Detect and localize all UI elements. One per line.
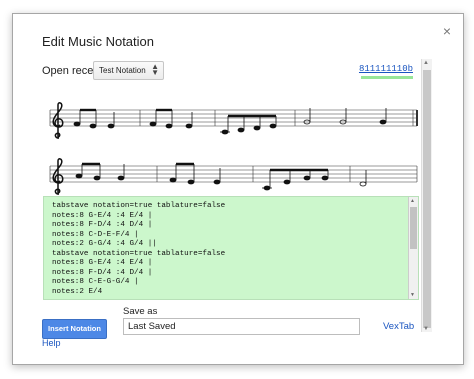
measure-1-2	[149, 108, 193, 129]
save-as-label: Save as	[123, 306, 158, 317]
dialog-title: Edit Music Notation	[42, 34, 154, 49]
code-line[interactable]: notes:8 C-D-E-F/4 |	[52, 231, 225, 241]
measure-1-4	[303, 108, 387, 125]
version-hash-indicator	[361, 76, 413, 79]
editor-scrollbar[interactable]: ▲ ▼	[408, 197, 418, 299]
editor-scrollbar-thumb[interactable]	[410, 207, 417, 249]
notation-code-editor[interactable]: tabstave notation=true tablature=false no…	[43, 196, 419, 300]
code-line[interactable]: notes:8 C-E-G-G/4 |	[52, 278, 225, 288]
code-line[interactable]: tabstave notation=true tablature=false	[52, 202, 225, 212]
vextab-link[interactable]: VexTab	[383, 321, 414, 332]
save-as-input[interactable]	[123, 318, 360, 335]
code-line[interactable]: notes:2 E/4	[52, 288, 225, 298]
edit-music-notation-dialog: Edit Music Notation × Open recent Test N…	[12, 13, 464, 365]
code-line[interactable]: notes:2 G-G/4 :4 G/4 ||	[52, 240, 225, 250]
code-line[interactable]: notes:8 F-D/4 :4 D/4 |	[52, 269, 225, 279]
version-hash-link[interactable]: 811111110b	[359, 64, 413, 74]
help-link[interactable]: Help	[42, 338, 61, 348]
measure-1-3	[220, 114, 277, 135]
measure-2-1	[75, 162, 125, 181]
measure-2-3	[262, 168, 329, 191]
code-line[interactable]: tabstave notation=true tablature=false	[52, 250, 225, 260]
measure-1-1	[73, 108, 115, 129]
code-line[interactable]: notes:8 F-D/4 :4 D/4 |	[52, 221, 225, 231]
staff-1	[49, 109, 418, 127]
code-lines[interactable]: tabstave notation=true tablature=false no…	[52, 202, 225, 297]
scroll-down-icon[interactable]: ▼	[423, 326, 429, 332]
open-recent-value: Test Notation	[99, 66, 146, 75]
code-line[interactable]: notes:8 G-E/4 :4 E/4 |	[52, 212, 225, 222]
scroll-up-icon[interactable]: ▲	[423, 60, 429, 66]
select-arrows-icon: ▲ ▼	[151, 62, 159, 77]
insert-notation-button[interactable]: Insert Notation	[42, 319, 107, 339]
open-recent-select[interactable]: Test Notation ▲ ▼	[93, 61, 164, 80]
editor-scroll-down-icon[interactable]: ▼	[410, 292, 415, 298]
music-score-preview	[49, 102, 418, 195]
code-line[interactable]: notes:8 G-E/4 :4 E/4 |	[52, 259, 225, 269]
editor-scroll-up-icon[interactable]: ▲	[410, 198, 415, 204]
close-icon[interactable]: ×	[443, 23, 451, 39]
staff-2	[49, 165, 418, 183]
